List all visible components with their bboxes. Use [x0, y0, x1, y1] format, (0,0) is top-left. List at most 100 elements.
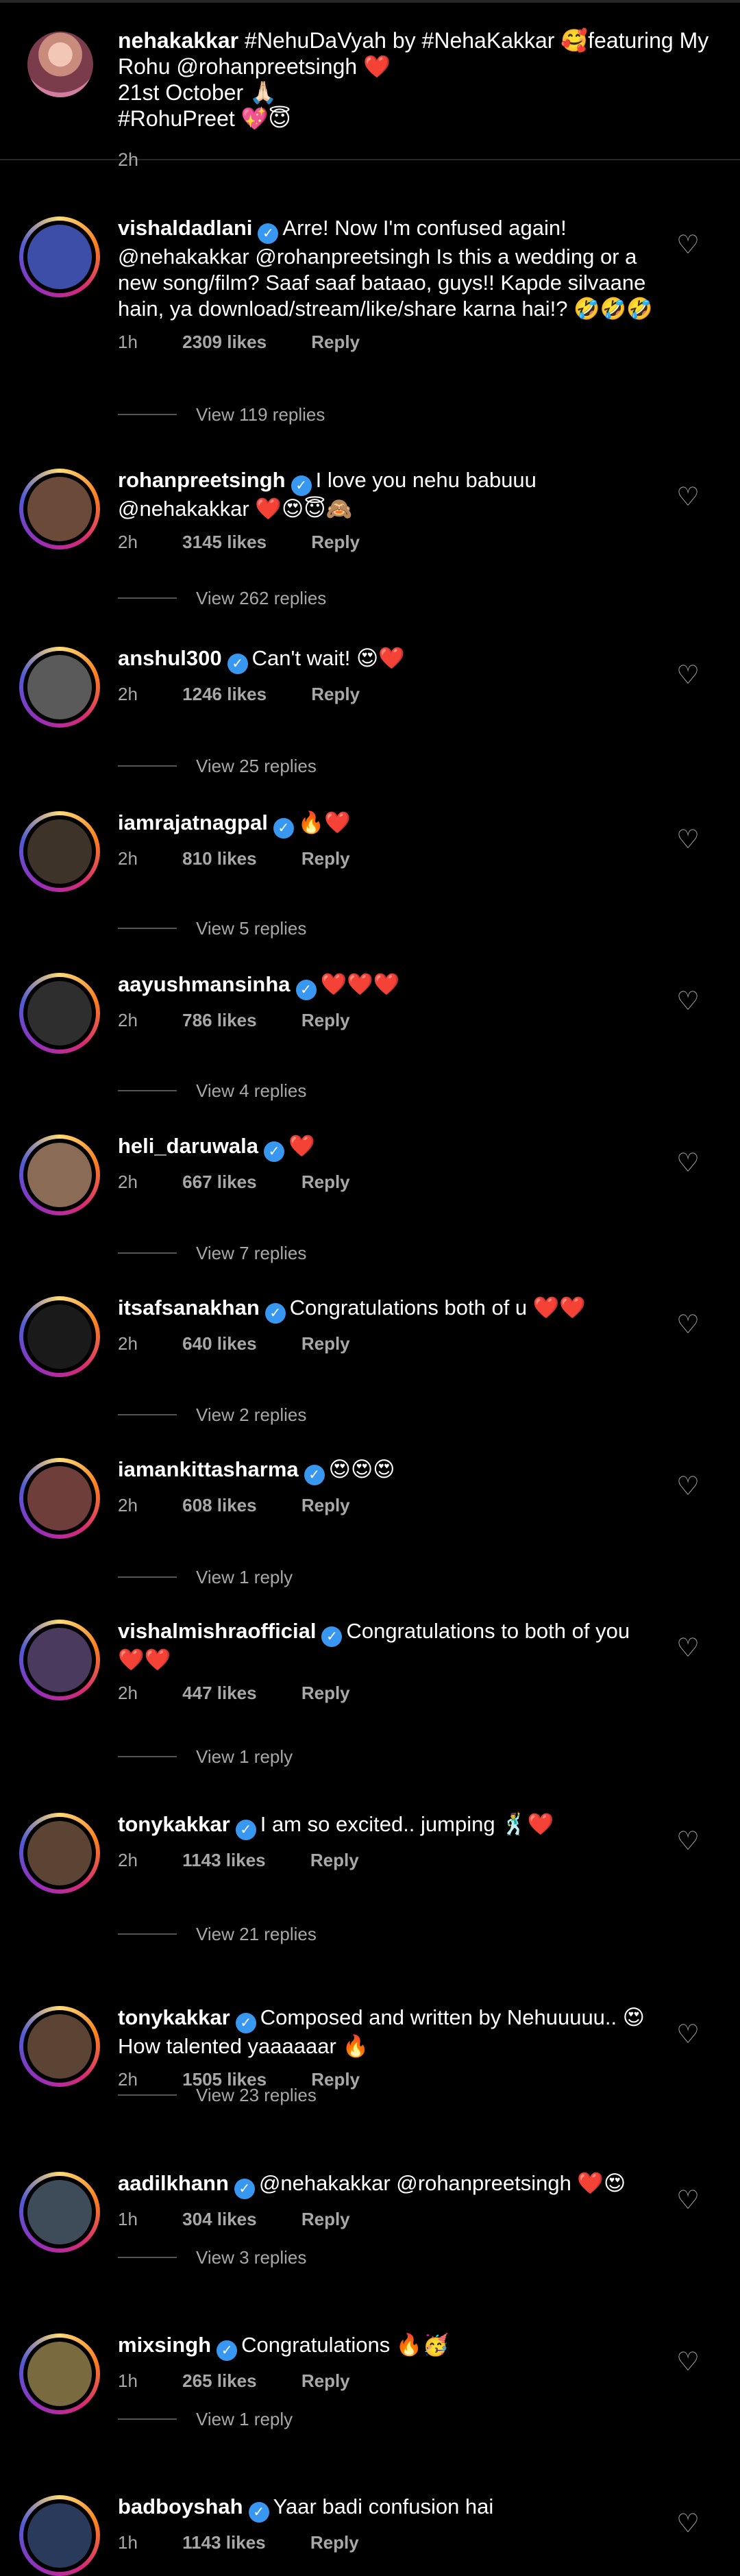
avatar[interactable] — [27, 32, 93, 97]
view-replies-label: View 5 replies — [196, 918, 307, 939]
heart-icon[interactable]: ♡ — [674, 2187, 702, 2214]
reply-button[interactable]: Reply — [301, 2209, 350, 2229]
avatar[interactable] — [19, 1296, 100, 1377]
likes-count[interactable]: 447 likes — [182, 1683, 256, 1703]
avatar[interactable] — [19, 1135, 100, 1215]
comment-username[interactable]: vishalmishraofficial — [118, 1619, 316, 1643]
heart-icon[interactable]: ♡ — [674, 1473, 702, 1500]
replies-divider — [118, 1933, 177, 1935]
view-replies-button[interactable]: View 2 replies — [118, 1404, 306, 1426]
heart-icon[interactable]: ♡ — [674, 662, 702, 689]
likes-count[interactable]: 2309 likes — [182, 332, 267, 352]
view-replies-button[interactable]: View 23 replies — [118, 2085, 317, 2106]
comment-item: aadilkhann ✓ @nehakakkar @rohanpreetsingh … — [0, 2142, 740, 2303]
likes-count[interactable]: 786 likes — [182, 1010, 256, 1030]
view-replies-button[interactable]: View 7 replies — [118, 1243, 306, 1264]
reply-button[interactable]: Reply — [311, 684, 360, 704]
avatar[interactable] — [19, 216, 100, 297]
likes-count[interactable]: 265 likes — [182, 2370, 256, 2391]
comment-username[interactable]: badboyshah — [118, 2494, 243, 2518]
comment-time: 2h — [118, 1683, 138, 1703]
comment-username[interactable]: aayushmansinha — [118, 972, 291, 996]
reply-button[interactable]: Reply — [301, 848, 350, 869]
reply-button[interactable]: Reply — [310, 1850, 359, 1870]
view-replies-button[interactable]: View 119 replies — [118, 404, 325, 425]
likes-count[interactable]: 1246 likes — [182, 684, 267, 704]
reply-button[interactable]: Reply — [301, 1333, 350, 1354]
reply-button[interactable]: Reply — [311, 532, 360, 552]
view-replies-button[interactable]: View 262 replies — [118, 588, 326, 609]
comment-text-line: tonykakkar ✓ I am so excited.. jumping 🕺❤️ — [118, 1811, 658, 1840]
reply-button[interactable]: Reply — [310, 2532, 359, 2553]
heart-icon[interactable]: ♡ — [674, 2349, 702, 2376]
heart-icon[interactable]: ♡ — [674, 2021, 702, 2048]
likes-count[interactable]: 1143 likes — [182, 1850, 265, 1870]
avatar[interactable] — [19, 647, 100, 728]
reply-button[interactable]: Reply — [301, 1495, 350, 1515]
heart-icon[interactable]: ♡ — [674, 988, 702, 1015]
view-replies-button[interactable]: View 25 replies — [118, 756, 317, 777]
avatar[interactable] — [19, 469, 100, 549]
comment-username[interactable]: heli_daruwala — [118, 1134, 258, 1158]
verified-icon: ✓ — [248, 2502, 269, 2523]
comment-username[interactable]: anshul300 — [118, 646, 222, 670]
avatar[interactable] — [19, 2006, 100, 2087]
heart-icon[interactable]: ♡ — [674, 1828, 702, 1855]
caption-username[interactable]: nehakakkar — [118, 28, 238, 53]
likes-count[interactable]: 667 likes — [182, 1172, 256, 1192]
heart-icon[interactable]: ♡ — [674, 484, 702, 511]
replies-divider — [118, 765, 177, 767]
replies-divider — [118, 1252, 177, 1254]
comment-username[interactable]: mixsingh — [118, 2333, 211, 2357]
comment-time: 1h — [118, 2532, 138, 2553]
avatar[interactable] — [19, 1620, 100, 1700]
heart-icon[interactable]: ♡ — [674, 1635, 702, 1662]
comment-username[interactable]: rohanpreetsingh — [118, 468, 286, 492]
comment-body: iamankittasharma ✓ 😍😍😍 2h 608 likes Reply — [118, 1457, 658, 1516]
likes-count[interactable]: 608 likes — [182, 1495, 256, 1515]
comment-username[interactable]: aadilkhann — [118, 2171, 229, 2195]
comment-username[interactable]: itsafsanakhan — [118, 1296, 260, 1320]
comment-text: 😍😍😍 — [328, 1457, 395, 1481]
view-replies-button[interactable]: View 1 reply — [118, 2409, 293, 2430]
comment-username[interactable]: tonykakkar — [118, 2005, 230, 2029]
avatar[interactable] — [19, 2333, 100, 2414]
heart-icon[interactable]: ♡ — [674, 1150, 702, 1177]
comment-username[interactable]: iamankittasharma — [118, 1457, 299, 1481]
likes-count[interactable]: 3145 likes — [182, 532, 267, 552]
view-replies-button[interactable]: View 3 replies — [118, 2247, 306, 2268]
comment-time: 2h — [118, 1010, 138, 1030]
view-replies-button[interactable]: View 1 reply — [118, 1567, 293, 1588]
reply-button[interactable]: Reply — [301, 1683, 350, 1703]
heart-icon[interactable]: ♡ — [674, 1311, 702, 1339]
likes-count[interactable]: 640 likes — [182, 1333, 256, 1354]
reply-button[interactable]: Reply — [301, 2370, 350, 2391]
comment-username[interactable]: vishaldadlani — [118, 216, 252, 240]
likes-count[interactable]: 810 likes — [182, 848, 256, 869]
reply-button[interactable]: Reply — [301, 1172, 350, 1192]
reply-button[interactable]: Reply — [301, 1010, 350, 1030]
view-replies-label: View 119 replies — [196, 404, 325, 425]
comment-username[interactable]: tonykakkar — [118, 1812, 230, 1836]
likes-count[interactable]: 304 likes — [182, 2209, 256, 2229]
likes-count[interactable]: 1143 likes — [182, 2532, 265, 2553]
avatar[interactable] — [19, 1813, 100, 1894]
reply-button[interactable]: Reply — [311, 2069, 360, 2090]
heart-icon[interactable]: ♡ — [674, 826, 702, 854]
view-replies-button[interactable]: View 5 replies — [118, 918, 306, 939]
comment-time: 2h — [118, 1495, 138, 1515]
comment-username[interactable]: iamrajatnagpal — [118, 810, 268, 834]
avatar[interactable] — [19, 2172, 100, 2253]
comment-text: Can't wait! 😍❤️ — [251, 646, 405, 670]
avatar[interactable] — [19, 2495, 100, 2576]
view-replies-button[interactable]: View 1 reply — [118, 1746, 293, 1768]
avatar[interactable] — [19, 973, 100, 1054]
avatar[interactable] — [19, 1458, 100, 1539]
reply-button[interactable]: Reply — [311, 332, 360, 352]
view-replies-button[interactable]: View 4 replies — [118, 1080, 306, 1102]
avatar-photo — [27, 1143, 92, 1207]
avatar[interactable] — [19, 811, 100, 892]
heart-icon[interactable]: ♡ — [674, 2510, 702, 2538]
view-replies-button[interactable]: View 21 replies — [118, 1924, 317, 1945]
heart-icon[interactable]: ♡ — [674, 232, 702, 259]
